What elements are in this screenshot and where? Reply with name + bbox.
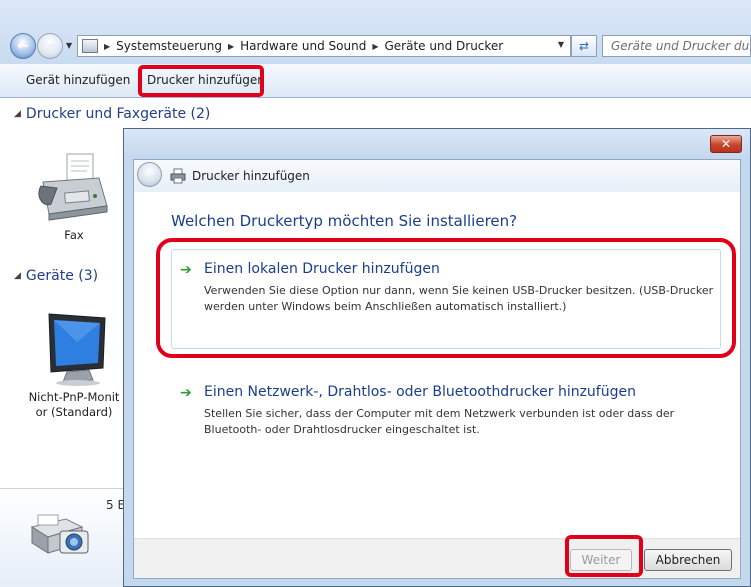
collapse-triangle-icon[interactable]: ◢ (14, 109, 21, 119)
printer-camera-icon (30, 514, 89, 554)
group-label: Geräte (3) (25, 268, 99, 284)
breadcrumb-hardware-und-sound[interactable]: Hardware und Sound (240, 39, 366, 53)
wizard-question: Welchen Druckertyp möchten Sie installie… (171, 212, 518, 230)
group-label: Drucker und Faxgeräte (2) (25, 106, 211, 122)
forward-icon[interactable]: → (37, 33, 63, 59)
address-history-chevron-icon[interactable]: ▼ (558, 40, 564, 49)
refresh-icon[interactable]: ⇄ (571, 35, 597, 57)
cancel-button[interactable]: Abbrechen (644, 549, 732, 571)
recent-pages-chevron-icon[interactable]: ▼ (66, 41, 72, 50)
search-input[interactable]: Geräte und Drucker durchsuchen (602, 35, 751, 57)
fax-icon (38, 153, 108, 221)
control-panel-icon (82, 39, 98, 53)
breadcrumb-separator-icon[interactable]: ▶ (228, 42, 234, 51)
navigation-bar: ← → ▼ ▶ Systemsteuerung ▶ Hardware und S… (0, 0, 751, 64)
wizard-back-icon[interactable]: ← (137, 162, 162, 187)
breadcrumb-systemsteuerung[interactable]: Systemsteuerung (116, 39, 222, 53)
close-icon[interactable]: ✕ (710, 135, 742, 153)
green-arrow-icon: ➔ (180, 385, 192, 401)
add-device-button[interactable]: Gerät hinzufügen (26, 73, 130, 87)
collapse-triangle-icon[interactable]: ◢ (14, 271, 21, 281)
command-bar: Gerät hinzufügen Drucker hinzufügen (0, 64, 751, 98)
monitor-icon (48, 313, 106, 386)
back-icon[interactable]: ← (10, 33, 36, 59)
device-label-line1: Nicht-PnP-Monit (28, 390, 120, 404)
device-label-line2: or (Standard) (35, 405, 113, 419)
device-label: Fax (64, 228, 84, 242)
dialog-title: Drucker hinzufügen (192, 169, 310, 183)
device-monitor[interactable]: Nicht-PnP-Monit or (Standard) (20, 312, 128, 420)
group-printers-and-fax[interactable]: ◢ Drucker und Faxgeräte (2) (14, 106, 210, 122)
wizard-header: ← Drucker hinzufügen (134, 160, 740, 192)
device-fax[interactable]: Fax (22, 152, 126, 243)
dialog-content: ← Drucker hinzufügen Welchen Druckertyp … (133, 159, 741, 579)
group-devices[interactable]: ◢ Geräte (3) (14, 268, 98, 284)
dialog-titlebar[interactable]: ✕ (124, 129, 750, 159)
breadcrumb-geraete-und-drucker[interactable]: Geräte und Drucker (385, 39, 504, 53)
option-description: Stellen Sie sicher, dass der Computer mi… (204, 407, 675, 436)
highlight-next-button (565, 535, 643, 577)
highlight-local-printer-option (156, 238, 736, 358)
breadcrumb-separator-icon[interactable]: ▶ (104, 42, 110, 51)
highlight-add-printer (138, 65, 264, 97)
option-network-printer[interactable]: ➔ Einen Netzwerk-, Drahtlos- oder Blueto… (171, 372, 721, 452)
option-title[interactable]: Einen Netzwerk-, Drahtlos- oder Bluetoot… (204, 384, 636, 400)
printer-icon (170, 168, 186, 184)
address-bar[interactable]: ▶ Systemsteuerung ▶ Hardware und Sound ▶… (77, 35, 571, 57)
breadcrumb-separator-icon[interactable]: ▶ (372, 42, 378, 51)
dialog-footer: Weiter Abbrechen (134, 538, 740, 578)
